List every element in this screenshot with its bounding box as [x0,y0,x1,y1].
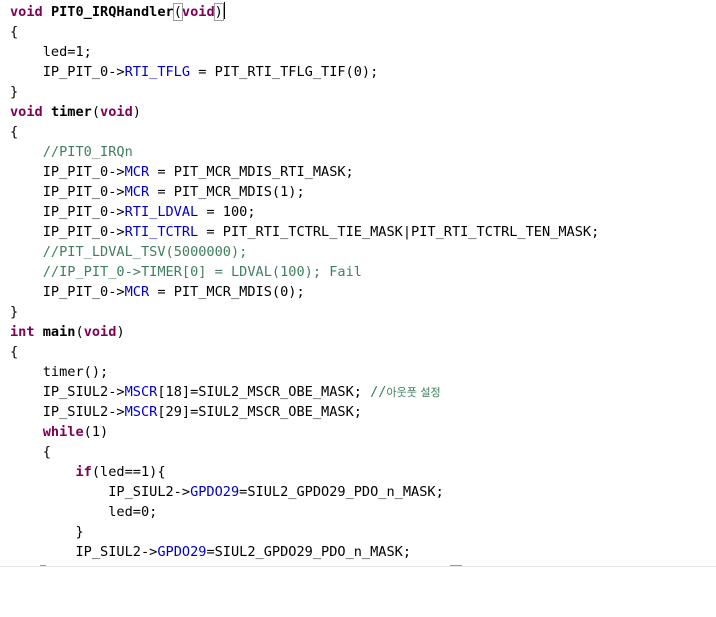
code-line[interactable]: IP_PIT_0->RTI_TCTRL = PIT_RTI_TCTRL_TIE_… [10,222,600,242]
code-line[interactable]: IP_PIT_0->RTI_LDVAL = 100; [10,202,256,222]
field-token: RTI_LDVAL [124,204,199,220]
comment-token: //PIT_LDVAL_TSV(5000000); [42,244,248,260]
keyword-token: while [42,424,84,440]
code-line[interactable]: //IP_PIT_0->TIMER[0] = LDVAL(100); Fail [10,262,362,282]
function-name: main [42,324,76,340]
code-line[interactable]: } [10,82,18,102]
code-line[interactable]: timer(); [10,362,108,382]
keyword-token: void [83,324,117,340]
keyword-token: void [181,4,215,20]
comment-token: //IP_PIT_0->TIMER[0] = LDVAL(100); Fail [42,264,362,280]
code-line[interactable]: int main(void) [10,322,125,342]
code-line[interactable]: void timer(void) [10,102,141,122]
field-token: MCR [124,284,150,300]
code-line[interactable]: if(led==1){ [10,462,165,482]
editor-blank-area [0,566,716,617]
code-line[interactable]: { [10,342,18,362]
matching-bracket: ( [172,3,183,21]
comment-token: //PIT0_IRQn [42,144,133,160]
function-name: timer [50,104,92,120]
keyword-token: void [100,104,133,120]
code-line[interactable]: } [10,522,83,542]
code-line[interactable]: led=0; [10,502,157,522]
code-line[interactable]: IP_PIT_0->RTI_TFLG = PIT_RTI_TFLG_TIF(0)… [10,62,379,82]
code-line[interactable]: IP_SIUL2->GPDO29=SIUL2_GPDO29_PDO_n_MASK… [10,542,411,562]
field-token: GPDO29 [190,484,240,500]
field-token: MSCR [124,404,158,420]
code-line[interactable]: IP_PIT_0->MCR = PIT_MCR_MDIS(0); [10,282,305,302]
field-token: RTI_TFLG [124,64,191,80]
code-line[interactable]: } [10,302,18,322]
text-caret [223,2,225,19]
field-token: GPDO29 [157,544,207,560]
code-editor[interactable]: void PIT0_IRQHandler(void) { led=1; IP_P… [0,0,716,566]
function-name: PIT0_IRQHandler [50,4,174,20]
code-line[interactable]: //PIT0_IRQn [10,142,133,162]
keyword-token: void [10,4,43,20]
field-token: MCR [124,184,150,200]
code-line[interactable]: { [10,122,18,142]
keyword-token: if [75,464,92,480]
code-line[interactable]: led=1; [10,42,92,62]
field-token: RTI_TCTRL [124,224,199,240]
code-line[interactable]: //PIT_LDVAL_TSV(5000000); [10,242,248,262]
code-line[interactable]: IP_SIUL2->MSCR[29]=SIUL2_MSCR_OBE_MASK; [10,402,362,422]
field-token: MCR [124,164,150,180]
code-line[interactable]: IP_SIUL2->MSCR[18]=SIUL2_MSCR_OBE_MASK; … [10,382,441,402]
code-line[interactable]: { [10,22,18,42]
code-line[interactable]: IP_PIT_0->MCR = PIT_MCR_MDIS(1); [10,182,305,202]
code-line[interactable]: IP_PIT_0->MCR = PIT_MCR_MDIS_RTI_MASK; [10,162,354,182]
keyword-token: int [10,324,35,340]
code-line[interactable]: while(1) [10,422,108,442]
code-line[interactable]: { [10,442,51,462]
matching-bracket: ) [213,3,224,21]
keyword-token: void [10,104,43,120]
field-token: MSCR [124,384,158,400]
code-line[interactable]: IP_SIUL2->GPDO29=SIUL2_GPDO29_PDO_n_MASK… [10,482,444,502]
comment-token: //아웃풋 설정 [370,384,441,400]
code-line[interactable]: void PIT0_IRQHandler(void) [10,2,225,22]
